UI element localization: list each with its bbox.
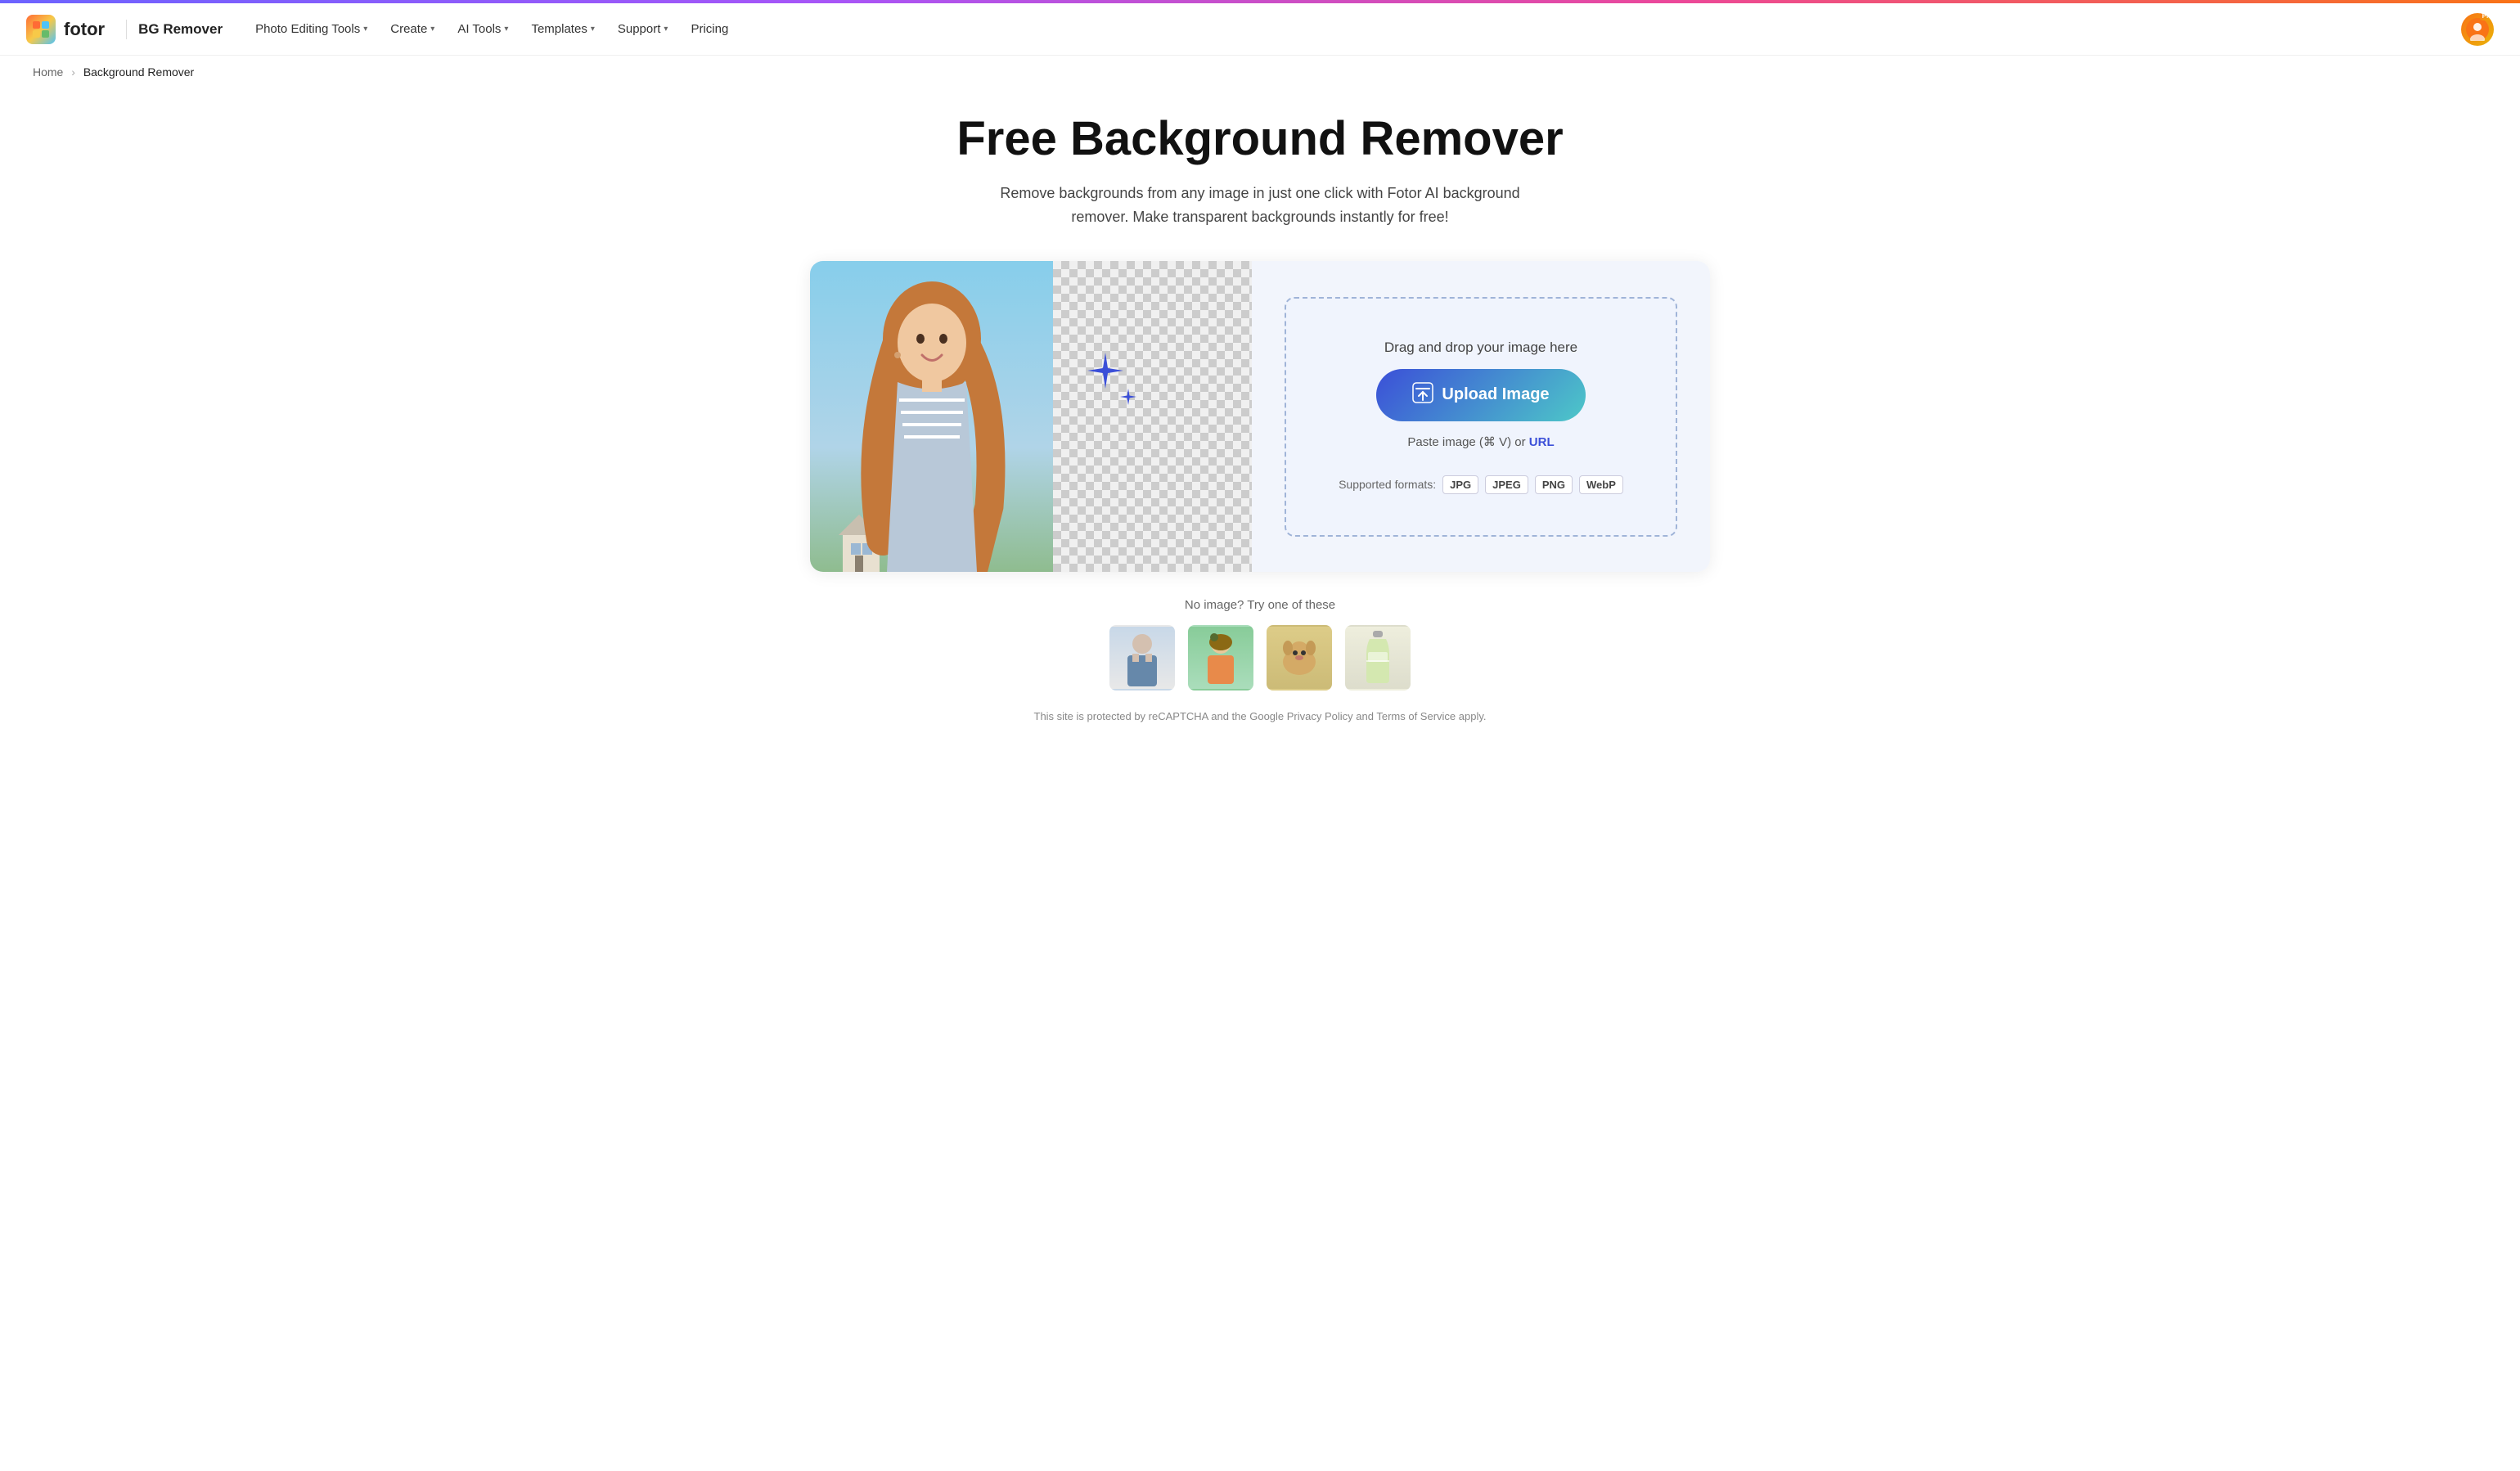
drag-drop-text: Drag and drop your image here [1384, 340, 1577, 356]
dropzone-container: Drag and drop your image here Upload Ima… [1252, 261, 1710, 572]
nav-create[interactable]: Create ▾ [380, 16, 444, 43]
bg-remover-label: BG Remover [138, 21, 223, 38]
fotor-text: fotor [64, 19, 105, 40]
page-title: Free Background Remover [956, 113, 1563, 165]
upload-dropzone[interactable]: Drag and drop your image here Upload Ima… [1285, 297, 1677, 537]
formats-label: Supported formats: [1339, 478, 1436, 491]
footer-note: This site is protected by reCAPTCHA and … [1034, 710, 1487, 722]
demo-image-panel [810, 261, 1252, 572]
breadcrumb-home[interactable]: Home [33, 65, 63, 79]
upload-icon [1412, 382, 1433, 408]
upload-image-button[interactable]: Upload Image [1376, 369, 1585, 421]
breadcrumb: Home › Background Remover [0, 56, 2520, 88]
sparkle-small-container [1119, 388, 1137, 410]
logo[interactable]: fotor [26, 15, 105, 44]
chevron-down-icon: ▾ [591, 25, 595, 34]
nav-support[interactable]: Support ▾ [608, 16, 678, 43]
demo-bg-sky [810, 261, 1053, 572]
breadcrumb-current: Background Remover [83, 65, 194, 79]
url-link[interactable]: URL [1529, 435, 1555, 449]
sample-image-bottle[interactable] [1345, 625, 1411, 691]
navbar: fotor BG Remover Photo Editing Tools ▾ C… [0, 3, 2520, 56]
upload-section: Drag and drop your image here Upload Ima… [810, 261, 1710, 572]
sample-images [1109, 625, 1411, 691]
fotor-logo-icon [26, 15, 56, 44]
nav-pricing[interactable]: Pricing [681, 16, 738, 43]
breadcrumb-separator: › [71, 65, 75, 79]
format-jpeg: JPEG [1485, 475, 1528, 494]
nav-photo-editing-tools[interactable]: Photo Editing Tools ▾ [245, 16, 377, 43]
chevron-down-icon: ▾ [430, 25, 434, 34]
nav-items: Photo Editing Tools ▾ Create ▾ AI Tools … [245, 16, 2461, 43]
sample-image-woman[interactable] [1188, 625, 1253, 691]
formats-row: Supported formats: JPG JPEG PNG WebP [1339, 475, 1623, 494]
sample-label: No image? Try one of these [1185, 598, 1335, 612]
chevron-down-icon: ▾ [664, 25, 668, 34]
format-webp: WebP [1579, 475, 1623, 494]
user-avatar[interactable]: Pro [2461, 13, 2494, 46]
nav-templates[interactable]: Templates ▾ [521, 16, 604, 43]
sparkle-small-icon [1119, 388, 1137, 406]
paste-text: Paste image (⌘ V) or URL [1407, 434, 1554, 449]
chevron-down-icon: ▾ [504, 25, 508, 34]
main-content: Free Background Remover Remove backgroun… [0, 88, 2520, 755]
pro-badge: Pro [2480, 13, 2494, 20]
format-jpg: JPG [1442, 475, 1478, 494]
sparkle-large-icon [1086, 351, 1125, 390]
sample-image-dog[interactable] [1267, 625, 1332, 691]
sample-section: No image? Try one of these [810, 598, 1710, 691]
format-png: PNG [1535, 475, 1573, 494]
nav-ai-tools[interactable]: AI Tools ▾ [448, 16, 518, 43]
woman-figure-svg [817, 277, 1046, 572]
sample-image-man[interactable] [1109, 625, 1175, 691]
nav-divider [126, 20, 127, 39]
chevron-down-icon: ▾ [363, 25, 367, 34]
page-subtitle: Remove backgrounds from any image in jus… [974, 182, 1546, 229]
checkerboard-overlay [1053, 261, 1252, 572]
upload-button-label: Upload Image [1442, 385, 1549, 404]
